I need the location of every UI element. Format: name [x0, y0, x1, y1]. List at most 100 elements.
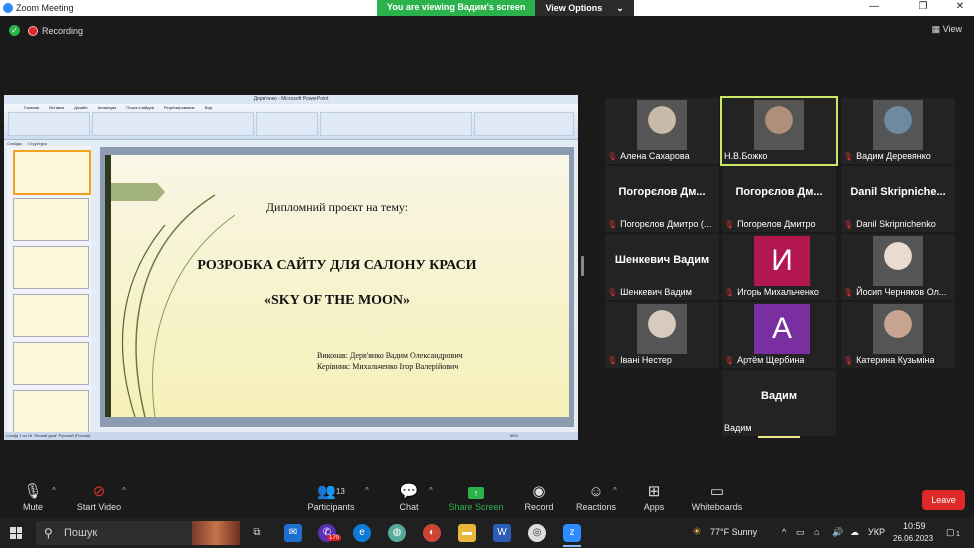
app-icon[interactable]: ◐ [423, 524, 441, 542]
language-indicator[interactable]: УКР [868, 527, 885, 537]
participant-name-label: 🎙 Шенкевич Вадим [607, 286, 692, 298]
reactions-options-caret[interactable]: ^ [613, 486, 617, 495]
leave-button[interactable]: Leave [922, 490, 965, 510]
participant-display-name: Погорєлов Дм... [618, 186, 706, 198]
participant-tile[interactable]: И 🎙 Игорь Михальченко [722, 234, 836, 300]
security-shield-icon[interactable]: ✓ [9, 25, 20, 36]
participant-name-label: Вадим [724, 422, 751, 434]
word-icon[interactable]: W [493, 524, 511, 542]
slide-thumbnail [13, 150, 91, 195]
microphone-icon: 🎙 [23, 483, 43, 500]
file-explorer-icon[interactable]: ▬ [458, 524, 476, 542]
participants-label: Participants [307, 502, 355, 512]
ppt-tab: Рецензирование [163, 105, 195, 110]
audio-options-caret[interactable]: ^ [52, 486, 56, 495]
participants-options-caret[interactable]: ^ [365, 486, 369, 495]
participant-display-name: Шенкевич Вадим [614, 254, 710, 266]
slide-heading: Дипломний проєкт на тему: [265, 200, 409, 214]
mic-muted-icon: 🎙 [607, 287, 618, 297]
maximize-button[interactable]: ❐ [913, 1, 933, 12]
windows-taskbar: ⚲ Пошук ⧉ ✉ ✆ 170 e ◍ ◐ ▬ W ◎ z ☀ 77°F S… [0, 518, 974, 548]
start-video-button[interactable]: ⊘ Start Video [76, 484, 122, 513]
ppt-window-title: Дерв'янко - Microsoft PowerPoint [4, 95, 578, 104]
slide-editor: Дипломний проєкт на тему: РОЗРОБКА САЙТУ… [100, 147, 574, 427]
view-options-button[interactable]: View Options ⌄ [535, 0, 634, 16]
slide-thumbnail [13, 294, 89, 337]
weather-text[interactable]: 77°F Sunny [710, 527, 757, 537]
slide-thumbnails [7, 146, 91, 433]
speaking-indicator [758, 436, 800, 438]
ppt-tab: Анимация [97, 105, 117, 110]
edge-browser-icon[interactable]: e [353, 524, 371, 542]
chevron-down-icon: ⌄ [616, 2, 624, 13]
view-button[interactable]: ▦ View [932, 24, 962, 35]
search-placeholder: Пошук [64, 527, 98, 539]
notifications-icon[interactable]: ▢ [946, 527, 955, 538]
reactions-button[interactable]: ☺ Reactions [576, 484, 616, 513]
participant-name-label: 🎙 Вадим Деревянко [843, 150, 931, 162]
participant-tile[interactable]: Danil Skripniche... 🎙 Danil Skripnichenko [841, 166, 955, 232]
share-screen-icon: ↑ [448, 484, 504, 502]
shared-screen[interactable]: Дерв'янко - Microsoft PowerPoint Главная… [4, 95, 578, 440]
recording-indicator[interactable]: Recording [28, 23, 83, 38]
slide-thumbnail [13, 246, 89, 289]
clock-time[interactable]: 10:59 [903, 521, 926, 531]
participant-name: Шенкевич Вадим [620, 287, 692, 297]
slide-supervisor: Керівник: Михальченко Ігор Валерійович [317, 362, 459, 371]
cloud-icon[interactable]: ☁ [850, 527, 859, 538]
windows-start-icon[interactable] [10, 527, 22, 539]
participant-name: Игорь Михальченко [737, 287, 819, 297]
volume-icon[interactable]: 🔊 [832, 527, 843, 538]
ppt-ribbon-group [320, 112, 472, 136]
chat-icon: 💬 [399, 483, 419, 500]
view-grid-icon: ▦ [931, 24, 941, 34]
split-resize-handle[interactable] [581, 256, 584, 276]
mic-muted-icon: 🎙 [724, 287, 735, 297]
chat-options-caret[interactable]: ^ [429, 486, 433, 495]
participant-name: Вадим [724, 423, 752, 433]
participant-tile[interactable]: 🎙 Алена Сахарова [605, 98, 719, 164]
participant-tile[interactable]: Вадим Вадим [722, 370, 836, 438]
participant-tile[interactable]: 🎙 Вадим Деревянко [841, 98, 955, 164]
participant-name-label: 🎙 Игорь Михальченко [724, 286, 819, 298]
task-view-icon[interactable]: ⧉ [248, 524, 266, 542]
ppt-tab: Показ слайдов [126, 105, 154, 110]
start-video-label: Start Video [76, 502, 122, 512]
record-label: Record [524, 502, 554, 512]
participant-tile[interactable]: А 🎙 Артём Щербина [722, 302, 836, 368]
chat-button[interactable]: 💬 Chat [396, 483, 422, 513]
minimize-button[interactable]: — [864, 1, 884, 12]
mail-icon[interactable]: ✉ [284, 524, 302, 542]
app-icon[interactable]: ◍ [388, 524, 406, 542]
battery-icon[interactable]: ▭ [796, 527, 805, 538]
ppt-status-text: Слайд 1 из 16 "Легкий дым" Русский (Росс… [6, 433, 91, 438]
mute-button[interactable]: 🎙 Mute [20, 483, 46, 513]
apps-button[interactable]: ⊞ Apps [641, 484, 667, 513]
record-button[interactable]: ◉ Record [524, 484, 554, 513]
whiteboards-button[interactable]: ▭ Whiteboards [690, 484, 744, 513]
close-window-button[interactable]: ✕ [950, 1, 970, 12]
taskbar-search[interactable]: ⚲ Пошук [36, 521, 240, 545]
window-title: Zoom Meeting [16, 3, 74, 13]
participant-tile[interactable]: Погорєлов Дм... 🎙 Погорєлов Дмитро (... [605, 166, 719, 232]
participant-tile[interactable]: 🎙 Катерина Кузьміна [841, 302, 955, 368]
participant-tile[interactable]: Шенкевич Вадим 🎙 Шенкевич Вадим [605, 234, 719, 300]
participant-name: Погорєлов Дмитро (... [620, 219, 712, 229]
slide-title-line1: РОЗРОБКА САЙТУ ДЛЯ САЛОНУ КРАСИ [197, 258, 477, 273]
participant-avatar-initial: И [754, 236, 810, 286]
zoom-logo-icon [3, 3, 13, 13]
share-screen-button[interactable]: ↑ Share Screen [448, 484, 504, 512]
clock-date[interactable]: 26.06.2023 [893, 534, 933, 543]
participant-tile[interactable]: 🎙 Йосип Черняков Ол... [841, 234, 955, 300]
video-options-caret[interactable]: ^ [122, 486, 126, 495]
participant-tile[interactable]: Н.В.Божко [720, 96, 838, 166]
participants-button[interactable]: 👥13 Participants [306, 484, 356, 513]
zoom-taskbar-icon[interactable]: z [563, 524, 581, 542]
network-icon[interactable]: ⌂ [814, 527, 819, 537]
weather-icon: ☀ [692, 526, 702, 538]
show-hidden-icons[interactable]: ^ [782, 527, 786, 537]
participant-tile[interactable]: Погорєлов Дм... 🎙 Погорелов Дмитро [722, 166, 836, 232]
participant-tile[interactable]: 🎙 Івані Нестер [605, 302, 719, 368]
ppt-tab: Дизайн [74, 105, 88, 110]
chrome-icon[interactable]: ◎ [528, 524, 546, 542]
